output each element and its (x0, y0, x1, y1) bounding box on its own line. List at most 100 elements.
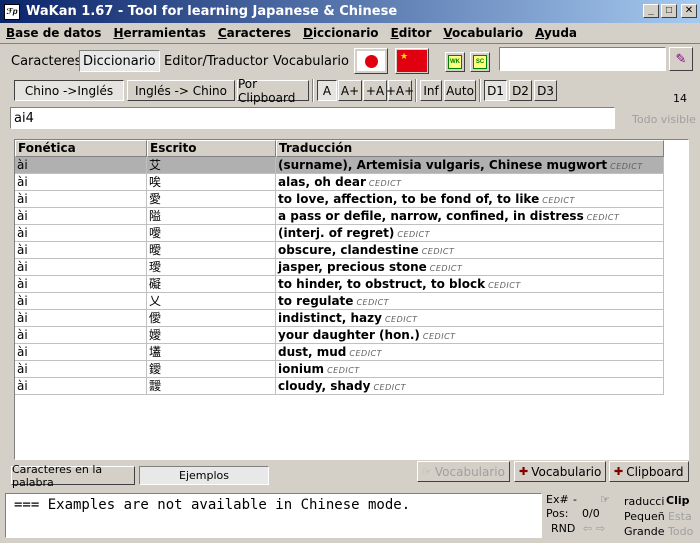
kanji-search-input[interactable] (499, 47, 666, 71)
close-button[interactable]: ✕ (681, 4, 697, 18)
japan-flag-icon (357, 51, 385, 71)
grande-button[interactable]: Grande (624, 525, 665, 538)
dictionary-group-1-button[interactable]: D1 (484, 80, 507, 101)
table-row[interactable]: ài 曖 obscure, clandestine CEDICT (15, 242, 664, 259)
clip-button[interactable]: Clip (666, 494, 690, 507)
dictionary-tag: CEDICT (488, 281, 521, 290)
chinese-mode-button[interactable]: ★ (395, 48, 429, 74)
example-number-value: - (573, 493, 577, 506)
cell-written: 隘 (147, 208, 276, 225)
china-flag-icon: ★ (397, 50, 427, 72)
dictionary-group-3-button[interactable]: D3 (534, 80, 557, 101)
esta-button[interactable]: Esta (668, 510, 692, 523)
cell-written: 噯 (147, 225, 276, 242)
tab-caracteres-en-la-palabra[interactable]: Caracteres en la palabra (11, 463, 135, 489)
wk-icon: WK (448, 55, 462, 69)
handwriting-brush-button[interactable]: ✎ (669, 47, 693, 71)
dictionary-tag: CEDICT (356, 298, 390, 307)
header-fonetica[interactable]: Fonética (15, 140, 147, 157)
tab-caracteres[interactable]: Caracteres (8, 50, 84, 72)
auto-button[interactable]: Auto (444, 80, 476, 101)
tab-editor-traductor[interactable]: Editor/Traductor (161, 50, 271, 72)
add-vocabulary-button-disabled[interactable]: ☞ Vocabulario (417, 461, 510, 482)
table-row[interactable]: ài 鑀 ionium CEDICT (15, 361, 664, 378)
inflection-button[interactable]: Inf (420, 80, 442, 101)
translation-text: alas, oh dear (278, 175, 366, 189)
table-row[interactable]: ài 唉 alas, oh dear CEDICT (15, 174, 664, 191)
translation-text: indistinct, hazy (278, 311, 382, 325)
header-traduccion[interactable]: Traducción (276, 140, 664, 157)
header-escrito[interactable]: Escrito (147, 140, 276, 157)
translation-text: to regulate (278, 294, 354, 308)
table-row[interactable]: ài 僾 indistinct, hazy CEDICT (15, 310, 664, 327)
cell-written: 嬡 (147, 327, 276, 344)
result-count: 14 (673, 92, 687, 105)
minimize-button[interactable]: _ (643, 4, 659, 18)
cell-translation: a pass or defile, narrow, confined, in d… (276, 208, 664, 225)
translation-text: ionium (278, 362, 325, 376)
table-row[interactable]: ài 璦 jasper, precious stone CEDICT (15, 259, 664, 276)
search-middle-button[interactable]: +A+ (386, 80, 414, 101)
table-row[interactable]: ài 礙 to hinder, to obstruct, to block CEDIC… (15, 276, 664, 293)
pequeno-button[interactable]: Pequeñ (624, 510, 665, 523)
menu-editor[interactable]: Editor (385, 26, 438, 40)
table-row[interactable]: ài 隘 a pass or defile, narrow, confined, i… (15, 208, 664, 225)
cell-translation: your daughter (hon.) CEDICT (276, 327, 664, 344)
menu-vocabulario[interactable]: Vocabulario (437, 26, 529, 40)
search-end-button[interactable]: +A (363, 80, 387, 101)
table-row[interactable]: ài 愛 to love, affection, to be fond of, to… (15, 191, 664, 208)
prev-next-arrows-icon[interactable]: ⇦ ⇨ (583, 522, 605, 535)
dictionary-query-input[interactable] (10, 107, 615, 129)
cell-phonetic: ài (15, 276, 147, 293)
table-row[interactable]: ài 嬡 your daughter (hon.) CEDICT (15, 327, 664, 344)
cell-phonetic: ài (15, 327, 147, 344)
cell-written: 靉 (147, 378, 276, 395)
chino-ingles-button[interactable]: Chino ->Inglés (14, 80, 124, 101)
menu-diccionario[interactable]: Diccionario (297, 26, 385, 40)
menu-caracteres[interactable]: Caracteres (212, 26, 297, 40)
translation-text: obscure, clandestine (278, 243, 419, 257)
dictionary-group-2-button[interactable]: D2 (509, 80, 532, 101)
random-button[interactable]: RND (551, 522, 575, 535)
results-table[interactable]: Fonética Escrito Traducción ài 艾 (surname)… (14, 139, 689, 460)
por-clipboard-button[interactable]: Por Clipboard (237, 77, 309, 105)
todo-button[interactable]: Todo (668, 525, 693, 538)
app-icon: ℱp (4, 3, 20, 20)
cell-translation: to regulate CEDICT (276, 293, 664, 310)
sc-icon-button[interactable]: SC (470, 52, 490, 72)
traduccion-button[interactable]: raducci (624, 495, 664, 508)
search-exact-button[interactable]: A (317, 80, 337, 101)
cell-translation: (surname), Artemisia vulgaris, Chinese m… (276, 157, 664, 174)
menu-bar: Base de datos Herramientas Caracteres Di… (0, 23, 700, 42)
sc-icon: SC (473, 55, 487, 69)
search-beginning-button[interactable]: A+ (338, 80, 362, 101)
dictionary-tag: CEDICT (429, 264, 463, 273)
table-row[interactable]: ài 艾 (surname), Artemisia vulgaris, Chines… (15, 157, 664, 174)
table-row[interactable]: ài 噯 (interj. of regret) CEDICT (15, 225, 664, 242)
table-row[interactable]: ài 靉 cloudy, shady CEDICT (15, 378, 664, 395)
maximize-button[interactable]: □ (661, 4, 677, 18)
menu-base-de-datos[interactable]: Base de datos (0, 26, 107, 40)
clipboard-button[interactable]: ✚ Clipboard (609, 461, 689, 482)
dictionary-tag: CEDICT (421, 247, 455, 256)
ingles-chino-button[interactable]: Inglés -> Chino (127, 80, 235, 101)
add-vocab-icon: ✚ (519, 465, 529, 478)
vocabulario-button[interactable]: ✚ Vocabulario (514, 461, 607, 482)
wakan-icon-button[interactable]: WK (445, 52, 465, 72)
table-row[interactable]: ài 壒 dust, mud CEDICT (15, 344, 664, 361)
cell-written: 乂 (147, 293, 276, 310)
translation-text: dust, mud (278, 345, 347, 359)
add-clipboard-icon: ✚ (614, 465, 624, 478)
cell-translation: indistinct, hazy CEDICT (276, 310, 664, 327)
tab-ejemplos[interactable]: Ejemplos (139, 466, 269, 485)
table-row[interactable]: ài 乂 to regulate CEDICT (15, 293, 664, 310)
cell-phonetic: ài (15, 259, 147, 276)
menu-ayuda[interactable]: Ayuda (529, 26, 583, 40)
tab-vocabulario[interactable]: Vocabulario (270, 50, 352, 72)
example-pointer-icon[interactable]: ☞ (600, 493, 610, 506)
japanese-mode-button[interactable] (354, 48, 388, 74)
tab-diccionario[interactable]: Diccionario (79, 50, 160, 72)
menu-herramientas[interactable]: Herramientas (107, 26, 211, 40)
cell-translation: dust, mud CEDICT (276, 344, 664, 361)
cell-written: 曖 (147, 242, 276, 259)
